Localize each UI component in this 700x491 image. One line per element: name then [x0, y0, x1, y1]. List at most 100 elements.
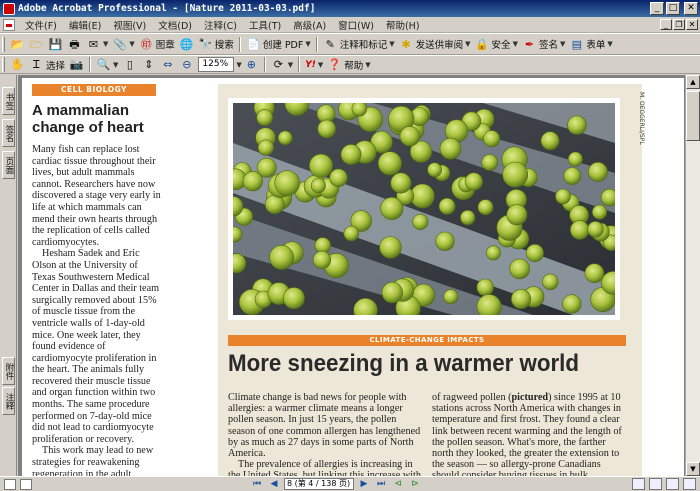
find-button[interactable]: 🌐 — [177, 35, 196, 53]
menu-file[interactable]: 文件(F) — [19, 18, 63, 32]
menu-view[interactable]: 视图(V) — [107, 18, 152, 32]
pollen-grain — [312, 250, 331, 269]
pollen-grain — [460, 209, 476, 226]
tab-comments[interactable]: 注释 — [2, 387, 15, 415]
sign-button[interactable]: ✒ 签名 ▼ — [520, 35, 567, 53]
vertical-scrollbar[interactable]: ▲ ▼ — [685, 75, 700, 476]
search-button[interactable]: 🔭 搜索 — [196, 35, 236, 53]
scroll-down-button[interactable]: ▼ — [686, 462, 700, 476]
hand-icon: ✋ — [10, 58, 25, 71]
paragraph: of ragweed pollen (pictured) since 1995 … — [432, 392, 622, 476]
pollen-grain — [329, 168, 348, 188]
attach-button[interactable]: 📎 ▼ — [110, 35, 136, 53]
next-page-button[interactable]: ▶ — [357, 478, 371, 490]
pollen-grain — [542, 273, 559, 291]
pollen-grain — [476, 294, 502, 315]
help-button[interactable]: ❓ 帮助 ▼ — [325, 56, 372, 74]
pollen-grain — [587, 162, 608, 182]
save-button[interactable]: 💾 — [46, 35, 65, 53]
previous-page-button[interactable]: ◀ — [267, 478, 281, 490]
forms-button[interactable]: ▤ 表单 ▼ — [567, 35, 614, 53]
tab-bookmarks[interactable]: 书签 — [2, 87, 15, 115]
document-viewport[interactable]: CELL BIOLOGY A mammalian change of heart… — [18, 75, 685, 476]
scroll-up-button[interactable]: ▲ — [686, 75, 700, 89]
paragraph: Many fish can replace lost cardiac tissu… — [32, 144, 161, 248]
tab-signatures[interactable]: 签名 — [2, 119, 15, 147]
menu-document[interactable]: 文档(D) — [152, 18, 198, 32]
actual-size-button[interactable]: ▯ — [120, 56, 139, 74]
stamp-button[interactable]: ㊞图章 — [137, 35, 177, 53]
secure-button[interactable]: 🔒 安全 ▼ — [473, 35, 520, 53]
doc-close-button[interactable]: ✕ — [686, 19, 698, 30]
paragraph: Hesham Sadek and Eric Olson at the Unive… — [32, 248, 160, 445]
pollen-grain — [377, 151, 402, 176]
rotate-button[interactable]: ⟳ ▼ — [269, 56, 295, 74]
pollen-grain — [256, 109, 274, 126]
document-icon[interactable] — [3, 18, 15, 31]
pollen-grain — [502, 161, 529, 188]
organizer-icon: 🗁 — [29, 37, 44, 51]
pollen-grain — [485, 245, 501, 261]
first-page-button[interactable]: ⏮ — [250, 478, 264, 490]
create-pdf-button[interactable]: 📄 创建 PDF ▼ — [244, 35, 313, 53]
section-kicker: CELL BIOLOGY — [32, 84, 156, 96]
pollen-grain — [257, 139, 275, 156]
pollen-grain — [563, 167, 582, 185]
zoom-tool-button[interactable]: 🔍 ▼ — [94, 56, 120, 74]
lock-icon: 🔒 — [475, 37, 489, 51]
pollen-grain — [567, 151, 583, 167]
pollen-grain — [567, 115, 587, 135]
pollen-grain — [555, 188, 571, 205]
next-view-button[interactable]: ⊳ — [408, 478, 422, 490]
status-bar: ⏮ ◀ 8 (第 4 / 138 页) ▶ ⏭ ⊲ ⊳ — [0, 476, 700, 491]
page-number-field[interactable]: 8 (第 4 / 138 页) — [284, 478, 354, 490]
continuous-facing-button[interactable] — [683, 478, 696, 490]
menu-advanced[interactable]: 高级(A) — [287, 18, 332, 32]
single-page-button[interactable] — [632, 478, 645, 490]
previous-view-button[interactable]: ⊲ — [391, 478, 405, 490]
zoom-level-field[interactable]: 125% — [198, 57, 235, 72]
yahoo-button[interactable]: Y! ▼ — [303, 56, 325, 74]
pollen-grain — [282, 287, 305, 310]
send-review-button[interactable]: ✱ 发送供审阅 ▼ — [397, 35, 473, 53]
rotate-page-icon: ⟳ — [273, 58, 283, 71]
zoom-in-button[interactable]: ⊕ — [242, 56, 261, 74]
page-thumbnail-icon[interactable] — [4, 478, 16, 490]
menu-edit[interactable]: 编辑(E) — [63, 18, 107, 32]
hand-tool-button[interactable]: ✋ — [8, 56, 27, 74]
fit-width-button[interactable]: ⇔ — [158, 56, 177, 74]
doc-minimize-button[interactable]: _ — [660, 19, 672, 30]
menu-help[interactable]: 帮助(H) — [380, 18, 426, 32]
paragraph: The prevalence of allergies is increasin… — [228, 459, 421, 476]
fit-page-button[interactable]: ⇕ — [139, 56, 158, 74]
facing-button[interactable] — [666, 478, 679, 490]
scroll-thumb[interactable] — [686, 91, 700, 141]
pollen-grain — [540, 131, 560, 151]
last-page-button[interactable]: ⏭ — [374, 478, 388, 490]
snapshot-button[interactable]: 📷 — [67, 56, 86, 74]
pollen-grain — [600, 188, 615, 207]
doc-restore-button[interactable]: ❐ — [673, 19, 685, 30]
tab-attachments[interactable]: 附件 — [2, 357, 15, 385]
select-tool-button[interactable]: Ꮖ 选择 — [27, 56, 67, 74]
comment-markup-button[interactable]: ✎ 注释和标记 ▼ — [321, 35, 397, 53]
form-icon: ▤ — [571, 37, 583, 51]
email-button[interactable]: ✉ ▼ — [84, 35, 110, 53]
minimize-button[interactable]: _ — [650, 2, 664, 15]
close-button[interactable]: ✕ — [684, 2, 698, 15]
save-icon: 💾 — [48, 37, 63, 51]
maximize-button[interactable]: □ — [666, 2, 680, 15]
print-button[interactable]: 🖶 — [65, 35, 84, 53]
menu-comments[interactable]: 注释(C) — [198, 18, 243, 32]
tab-pages[interactable]: 页面 — [2, 151, 15, 179]
menu-tools[interactable]: 工具(T) — [243, 18, 287, 32]
organizer-button[interactable]: 🗁 — [27, 35, 46, 53]
continuous-button[interactable] — [649, 478, 662, 490]
zoom-out-button[interactable]: ⊖ — [177, 56, 196, 74]
pollen-grain — [309, 153, 334, 178]
pollen-grain — [274, 170, 300, 196]
article-right-panel: CLIMATE-CHANGE IMPACTS More sneezing in … — [218, 84, 642, 476]
menu-window[interactable]: 窗口(W) — [332, 18, 380, 32]
open-button[interactable]: 📂 — [8, 35, 27, 53]
document-properties-icon[interactable] — [20, 478, 32, 490]
